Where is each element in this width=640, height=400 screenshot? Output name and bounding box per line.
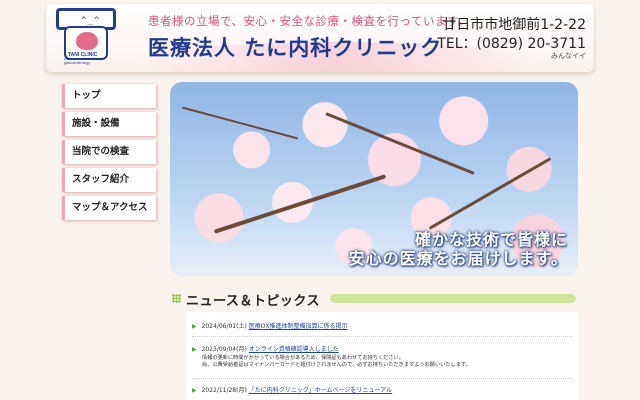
news-title: ニュース＆トピックス xyxy=(186,294,320,309)
arrow-right-icon: ▶ xyxy=(192,323,197,330)
dots-icon xyxy=(172,294,181,303)
heart-icon xyxy=(76,32,98,50)
nav-item-staff[interactable]: スタッフ紹介 xyxy=(62,168,156,192)
hero-image: 確かな技術で皆様に 安心の医療をお届けします。 xyxy=(170,82,578,276)
arrow-right-icon: ▶ xyxy=(192,346,197,353)
news-link[interactable]: オンライン資格確認導入しました xyxy=(249,346,339,353)
hero-caption-line1: 確かな技術で皆様に xyxy=(414,230,568,249)
nav-item-examinations[interactable]: 当院での検査 xyxy=(62,140,156,164)
news-divider xyxy=(192,336,572,337)
news-heading: ニュース＆トピックス xyxy=(172,290,578,309)
clinic-tel[interactable]: TEL：(0829) 20-3711 xyxy=(437,33,586,53)
logo-face-icon: ^_^ xyxy=(81,16,101,26)
news-link[interactable]: 医療DX推進体制整備加算に係る掲示 xyxy=(249,323,348,330)
news-list: ▶ 2024/06/01(土) 医療DX推進体制整備加算に係る掲示 ▶ 2023… xyxy=(186,312,578,400)
clinic-name[interactable]: 医療法人 たに内科クリニック xyxy=(148,32,442,62)
sidebar-nav: トップ 施設・設備 当院での検査 スタッフ紹介 マップ＆アクセス xyxy=(62,84,156,224)
branch-3 xyxy=(428,157,552,230)
minna-label: みんなイイ xyxy=(551,52,586,60)
news-item: ▶ 2023/09/04(月) オンライン資格確認導入しました 情報の更新に時間… xyxy=(192,344,471,369)
hero-caption-line2: 安心の医療をお届けします。 xyxy=(348,249,568,268)
news-body: 情報の更新に時間がかかっている場合があるため、保険証もあわせてお持ちください。 … xyxy=(192,355,471,369)
nav-item-top[interactable]: トップ xyxy=(62,84,156,108)
branch-2 xyxy=(325,112,475,175)
news-date: 2023/09/04(月) xyxy=(201,346,247,353)
news-item: ▶ 2024/06/01(土) 医療DX推進体制整備加算に係る掲示 xyxy=(192,321,347,330)
branch-4 xyxy=(181,106,299,140)
header-tagline: 患者様の立場で、安心・安全な診療・検査を行っています。 xyxy=(148,14,470,28)
site-header: ^_^ TANI CLINIC internal medicine & gast… xyxy=(46,4,594,72)
news-item: ▶ 2022/11/28(月) 「たに内科クリニック」ホームページをリニューアル xyxy=(192,385,392,394)
arrow-right-icon: ▶ xyxy=(192,387,197,394)
news-date: 2022/11/28(月) xyxy=(201,387,247,394)
nav-item-map-access[interactable]: マップ＆アクセス xyxy=(62,196,156,220)
logo-subtitle: internal medicine & gastroenterology xyxy=(64,57,94,65)
news-body-line: 尚、公費受給者証はマイナンバーカードと紐付けされませんので、必ずお持ちいただきま… xyxy=(202,362,471,368)
news-heading-bar xyxy=(330,294,576,303)
news-body-line: 情報の更新に時間がかかっている場合があるため、保険証もあわせてお持ちください。 xyxy=(202,355,404,361)
clinic-address: 廿日市市地御前1-2-22 xyxy=(442,17,586,33)
branch-1 xyxy=(213,174,387,234)
news-divider xyxy=(192,378,572,379)
hero-caption: 確かな技術で皆様に 安心の医療をお届けします。 xyxy=(349,230,568,268)
news-date: 2024/06/01(土) xyxy=(201,323,247,330)
news-link[interactable]: 「たに内科クリニック」ホームページをリニューアル xyxy=(249,387,392,394)
nav-item-facilities[interactable]: 施設・設備 xyxy=(62,112,156,136)
clinic-logo[interactable]: ^_^ TANI CLINIC internal medicine & gast… xyxy=(54,6,120,66)
